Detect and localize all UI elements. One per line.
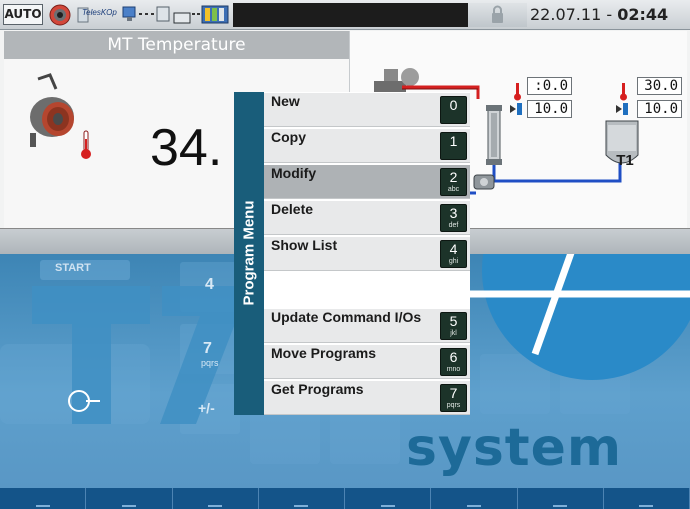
softkey-bar <box>0 488 690 509</box>
shortcut-letters: abc <box>447 186 460 193</box>
menu-item-label: Modify <box>271 165 317 181</box>
shortcut-letters: ghi <box>448 258 459 265</box>
softkey-5-indicator <box>380 505 395 507</box>
menu-item-label: Get Programs <box>271 381 364 397</box>
shortcut-number: 6 <box>449 349 458 365</box>
menu-item-label: Move Programs <box>271 345 377 361</box>
shortcut-letters: mno <box>446 366 461 373</box>
softkey-8-indicator <box>639 505 654 507</box>
time: 02:44 <box>617 5 669 24</box>
softkey-8[interactable] <box>604 488 690 509</box>
date: 22.07.11 - <box>530 5 618 24</box>
keypad-key-7-alpha: pqrs <box>201 358 219 368</box>
menu-item-get-programs[interactable]: Get Programs 7 pqrs <box>264 381 470 415</box>
motor-coil-icon <box>30 73 74 147</box>
menu-item-delete[interactable]: Delete 3 def <box>264 201 470 235</box>
softkey-4-indicator <box>294 505 309 507</box>
temperature-value: 34. <box>150 119 223 177</box>
softkey-6[interactable] <box>431 488 518 509</box>
menu-item-new[interactable]: New 0 <box>264 93 470 127</box>
operation-status-icon[interactable] <box>47 3 73 27</box>
right-setpoint[interactable]: 10.0 <box>637 100 682 118</box>
program-menu-title: Program Menu <box>240 200 258 306</box>
menu-item-label: Delete <box>271 201 314 217</box>
screen: { "status": { "mode": "AUTO", "telescop"… <box>0 0 690 509</box>
softkey-5[interactable] <box>345 488 432 509</box>
shortcut-letters: jkl <box>450 330 457 337</box>
message-bar <box>233 3 468 27</box>
program-menu-list: New 0 Copy 1 Modify 2 abc Delete 3 def Sho… <box>264 92 470 415</box>
date-time: 22.07.11 - 02:44 <box>530 3 688 27</box>
shortcut-key-4: 4 ghi <box>440 240 467 268</box>
keypad-key-4: 4 <box>205 276 214 293</box>
heat-exchanger-icon <box>486 105 502 165</box>
pump-icon <box>473 174 495 190</box>
telescop-label: TelesKOp <box>82 8 117 17</box>
softkey-7-indicator <box>553 505 568 507</box>
program-menu: Program Menu New 0 Copy 1 Modify 2 abc De… <box>234 92 470 415</box>
network-icon[interactable] <box>121 3 171 27</box>
menu-item-label: Show List <box>271 237 338 253</box>
softkey-2[interactable] <box>86 488 173 509</box>
shortcut-key-0: 0 <box>440 96 467 124</box>
menu-item-modify[interactable]: Modify 2 abc <box>264 165 470 199</box>
softkey-1[interactable] <box>0 488 87 509</box>
lock-area[interactable] <box>468 3 527 27</box>
menu-item-label: Update Command I/Os <box>271 309 422 325</box>
right-actual-temp[interactable]: 30.0 <box>637 77 682 95</box>
menu-item-copy[interactable]: Copy 1 <box>264 129 470 163</box>
motor-icon <box>374 68 419 95</box>
shortcut-number: 0 <box>449 97 458 113</box>
softkey-1-indicator <box>35 505 50 507</box>
shortcut-number: 5 <box>449 313 458 329</box>
menu-item-update-command-ios[interactable]: Update Command I/Os 5 jkl <box>264 309 470 343</box>
keypad-key-7: 7 <box>203 340 212 357</box>
menu-item-show-list[interactable]: Show List 4 ghi <box>264 237 470 271</box>
shortcut-number: 1 <box>449 133 458 149</box>
left-actual-temp[interactable]: :0.0 <box>527 77 572 95</box>
softkey-3-indicator <box>208 505 223 507</box>
shortcut-key-2: 2 abc <box>440 168 467 196</box>
shortcut-number: 4 <box>449 241 458 257</box>
program-menu-sidebar: Program Menu <box>234 92 264 415</box>
device-icon[interactable] <box>172 3 230 27</box>
softkey-3[interactable] <box>173 488 259 509</box>
menu-item-label: Copy <box>271 129 306 145</box>
shortcut-letters: def <box>448 222 459 229</box>
tank-label: T1 <box>616 152 634 169</box>
brand-wordmark: system <box>406 418 623 478</box>
panel-title: MT Temperature <box>4 31 349 59</box>
softkey-4[interactable] <box>259 488 345 509</box>
thermometer-icon <box>81 130 91 159</box>
menu-item-move-programs[interactable]: Move Programs 6 mno <box>264 345 470 379</box>
shortcut-key-7: 7 pqrs <box>440 384 467 412</box>
shortcut-key-5: 5 jkl <box>440 312 467 340</box>
softkey-7[interactable] <box>518 488 604 509</box>
shortcut-letters: pqrs <box>446 402 461 409</box>
shortcut-key-1: 1 <box>440 132 467 160</box>
mode-indicator[interactable]: AUTO <box>3 4 43 25</box>
shortcut-number: 3 <box>449 205 458 221</box>
shortcut-number: 2 <box>449 169 458 185</box>
shortcut-key-3: 3 def <box>440 204 467 232</box>
status-bar: AUTO TelesKOp 22.07.11 - 02:44 <box>0 0 690 30</box>
keypad-plus-minus: +/- <box>198 400 215 416</box>
shortcut-key-6: 6 mno <box>440 348 467 376</box>
lock-icon <box>492 5 503 23</box>
left-setpoint[interactable]: 10.0 <box>527 100 572 118</box>
shortcut-number: 7 <box>449 385 458 401</box>
softkey-2-indicator <box>121 505 136 507</box>
keypad-start-label: START <box>55 262 91 274</box>
softkey-6-indicator <box>466 505 481 507</box>
menu-item-label: New <box>271 93 300 109</box>
